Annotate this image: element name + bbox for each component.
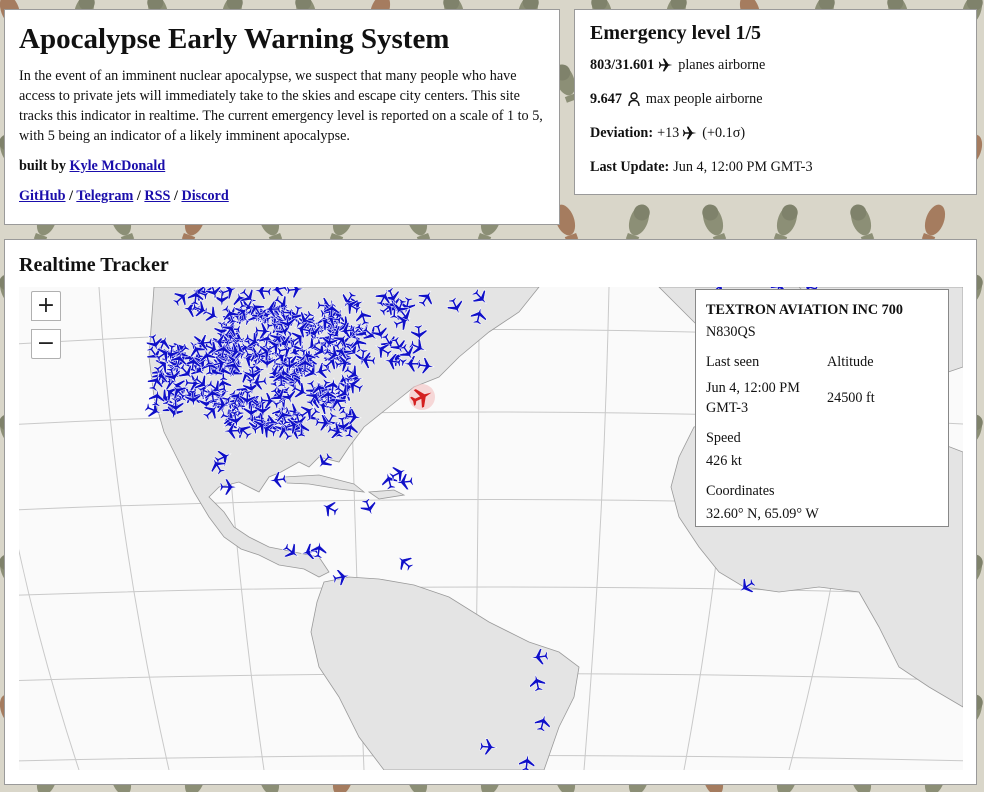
zoom-out-button[interactable]: − [31, 329, 61, 359]
aircraft-registration: N830QS [706, 324, 756, 340]
last-seen-block: Last seen Jun 4, 12:00 PM GMT-3 [706, 352, 827, 418]
coordinates-value: 32.60° N, 65.09° W [706, 506, 819, 522]
social-links: GitHub / Telegram / RSS / Discord [19, 186, 545, 206]
planes-airborne-value: 803/31.601 [590, 57, 655, 73]
altitude-label: Altitude [827, 354, 874, 370]
planes-airborne-label: planes airborne [678, 57, 766, 73]
people-airborne-label: max people airborne [645, 91, 763, 107]
cuba [283, 474, 366, 493]
bomb-icon [623, 201, 653, 244]
deviation-stat: Deviation: +13 (+0.1σ) [590, 123, 961, 143]
bomb-icon [699, 201, 729, 244]
speed-value: 426 kt [706, 453, 742, 469]
coordinates-label: Coordinates [706, 483, 775, 499]
last-update-stat: Last Update: Jun 4, 12:00 PM GMT-3 [590, 157, 961, 177]
plane-icon[interactable] [393, 551, 416, 574]
last-seen-label: Last seen [706, 354, 760, 370]
speed-label: Speed [706, 430, 741, 446]
built-by: built by Kyle McDonald [19, 156, 545, 176]
hispaniola [367, 489, 406, 500]
altitude-block: Altitude 24500 ft [827, 352, 875, 418]
popup-row-seen-altitude: Last seen Jun 4, 12:00 PM GMT-3 Altitude… [706, 352, 938, 418]
link-separator: / [69, 187, 74, 204]
bomb-icon [919, 201, 949, 244]
aircraft-popup: TEXTRON AVIATION INC 700 N830QS Last see… [695, 289, 949, 527]
bomb-icon [771, 201, 801, 244]
last-seen-value: Jun 4, 12:00 PM GMT-3 [706, 380, 800, 416]
altitude-value: 24500 ft [827, 390, 875, 406]
link-separator: / [136, 187, 141, 204]
tracker-title: Realtime Tracker [19, 254, 169, 276]
last-update-label: Last Update: [590, 159, 670, 175]
intro-panel: Apocalypse Early Warning System In the e… [4, 9, 560, 225]
tracker-panel: Realtime Tracker + − TEXTRON AVIATION IN… [4, 239, 977, 785]
person-icon [628, 92, 640, 107]
south-america [310, 576, 580, 770]
deviation-value: +13 [657, 125, 680, 141]
github-link[interactable]: GitHub [19, 188, 66, 204]
author-link[interactable]: Kyle McDonald [69, 158, 165, 174]
discord-link[interactable]: Discord [181, 188, 228, 204]
last-update-value: Jun 4, 12:00 PM GMT-3 [673, 159, 813, 175]
bomb-icon [847, 201, 877, 244]
link-separator: / [173, 187, 178, 204]
deviation-sigma: (+0.1σ) [702, 125, 746, 141]
flight-map[interactable]: + − TEXTRON AVIATION INC 700 N830QS Last… [19, 287, 963, 770]
emergency-level: Emergency level 1/5 [590, 22, 762, 44]
people-airborne-stat: 9.647 max people airborne [590, 89, 961, 109]
zoom-in-button[interactable]: + [31, 291, 61, 321]
people-airborne-value: 9.647 [590, 91, 622, 107]
intro-description: In the event of an imminent nuclear apoc… [19, 67, 543, 144]
telegram-link[interactable]: Telegram [76, 188, 133, 204]
aircraft-model: TEXTRON AVIATION INC 700 [706, 302, 903, 318]
status-panel: Emergency level 1/5 803/31.601 planes ai… [574, 9, 977, 195]
plane-icon [683, 126, 697, 140]
built-by-prefix: built by [19, 157, 66, 174]
deviation-label: Deviation: [590, 125, 654, 141]
rss-link[interactable]: RSS [144, 188, 170, 204]
page-title: Apocalypse Early Warning System [19, 23, 450, 55]
plane-icon [659, 58, 673, 72]
planes-airborne-stat: 803/31.601 planes airborne [590, 55, 961, 75]
